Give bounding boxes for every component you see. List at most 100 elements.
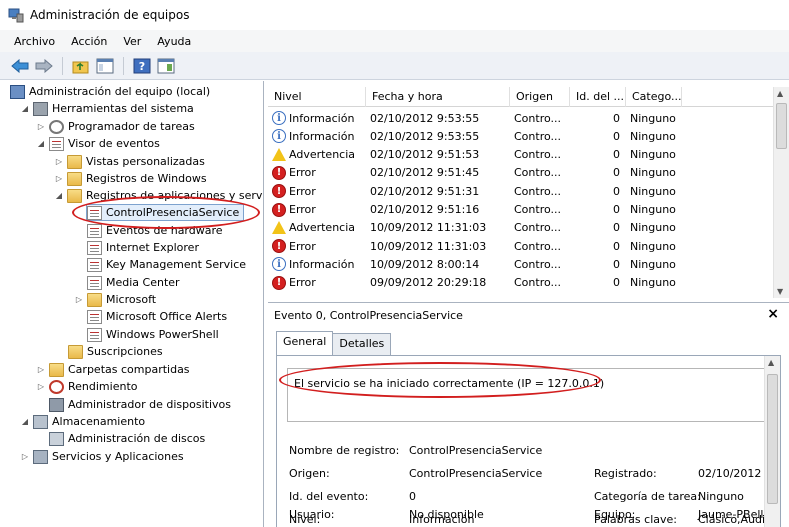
menu-ver[interactable]: Ver (123, 35, 141, 48)
column-fecha[interactable]: Fecha y hora (366, 87, 510, 107)
event-message-box[interactable]: El servicio se ha iniciado correctamente… (287, 368, 765, 422)
tree-item-microsoft[interactable]: ▷ Microsoft (74, 291, 156, 308)
expand-icon[interactable]: ▷ (74, 291, 84, 308)
column-origen[interactable]: Origen (510, 87, 570, 107)
event-row[interactable]: ! Error 02/10/2012 9:51:16 Contro... 0 Ningun… (268, 201, 773, 219)
event-row[interactable]: ! Error 02/10/2012 9:51:31 Contro... 0 Ningun… (268, 182, 773, 200)
tree-item-servicios[interactable]: ▷ Servicios y Aplicaciones (20, 448, 184, 465)
event-list: Nivel Fecha y hora Origen Id. del ... Ca… (268, 81, 789, 298)
tree-item-herramientas[interactable]: ◢ Herramientas del sistema (20, 100, 194, 117)
menu-ayuda[interactable]: Ayuda (157, 35, 191, 48)
tree-item-root[interactable]: Administración del equipo (local) (10, 83, 210, 100)
scroll-down-icon[interactable]: ▼ (777, 287, 783, 296)
tree-item-label: Rendimiento (68, 380, 138, 393)
field-label-categoria: Categoría de tarea: (594, 490, 701, 503)
event-row[interactable]: i Información 02/10/2012 9:53:55 Contro... 0… (268, 127, 773, 145)
event-level: Advertencia (289, 221, 356, 235)
event-level: Error (289, 203, 316, 216)
scrollbar-thumb[interactable] (776, 103, 787, 149)
tab-detalles[interactable]: Detalles (332, 333, 392, 355)
event-row[interactable]: ! Error 10/09/2012 11:31:03 Contro... 0 Ningu… (268, 237, 773, 255)
tree-item-controlpresencia[interactable]: ControlPresenciaService (86, 204, 245, 221)
tree-item-visor[interactable]: ◢ Visor de eventos (36, 135, 160, 152)
tree-item-rendimiento[interactable]: ▷ Rendimiento (36, 378, 137, 395)
collapse-icon[interactable]: ◢ (20, 100, 30, 117)
tree-item-dispositivos[interactable]: Administrador de dispositivos (49, 396, 231, 413)
event-row[interactable]: i Información 10/09/2012 8:00:14 Contro... 0… (268, 255, 773, 273)
event-list-header: Nivel Fecha y hora Origen Id. del ... Ca… (268, 87, 773, 107)
tree-item-powershell[interactable]: Windows PowerShell (87, 326, 219, 343)
expand-icon[interactable]: ▷ (54, 170, 64, 187)
collapse-icon[interactable]: ◢ (20, 413, 30, 430)
scroll-up-icon[interactable]: ▲ (777, 89, 783, 98)
close-icon[interactable]: × (767, 306, 779, 322)
tree-item-media[interactable]: Media Center (87, 274, 180, 291)
menu-bar: Archivo Acción Ver Ayuda (0, 30, 789, 52)
event-date: 09/09/2012 20:29:18 (370, 276, 487, 290)
scroll-up-icon[interactable]: ▲ (768, 358, 774, 367)
back-button[interactable] (10, 56, 30, 76)
collapse-icon[interactable]: ◢ (54, 187, 64, 204)
menu-accion[interactable]: Acción (71, 35, 107, 48)
expand-icon[interactable]: ▷ (20, 448, 30, 465)
event-origin: Contro... (514, 203, 562, 216)
tree-item-label: Administración del equipo (local) (29, 85, 211, 98)
tree-item-hardware[interactable]: Eventos de hardware (87, 222, 223, 239)
event-row[interactable]: ! Error 02/10/2012 9:51:45 Contro... 0 Ningun… (268, 164, 773, 182)
event-row[interactable]: Advertencia 10/09/2012 11:31:03 Contro... 0… (268, 219, 773, 237)
tree-item-label: ControlPresenciaService (106, 206, 240, 219)
log-icon (87, 205, 102, 220)
detail-scrollbar[interactable]: ▲ (764, 356, 780, 527)
expand-icon[interactable]: ▷ (36, 361, 46, 378)
error-icon: ! (272, 165, 286, 180)
event-origin: Contro... (514, 184, 562, 198)
tree-item-ie[interactable]: Internet Explorer (87, 239, 199, 256)
event-level-cell: i Información (268, 129, 366, 144)
field-label-nombre: Nombre de registro: (289, 444, 400, 457)
event-category: Ninguno (630, 203, 676, 216)
show-hide-tree-button[interactable] (95, 56, 115, 76)
column-nivel[interactable]: Nivel (268, 87, 366, 107)
tree-item-registros-windows[interactable]: ▷ Registros de Windows (54, 170, 207, 187)
event-category: Ninguno (630, 221, 676, 235)
tree-item-programador[interactable]: ▷ Programador de tareas (36, 118, 195, 135)
scrollbar-thumb[interactable] (767, 374, 778, 504)
event-row[interactable]: ! Error 09/09/2012 20:29:18 Contro... 0 Ningu… (268, 274, 773, 292)
performance-icon (49, 379, 64, 394)
event-level: Información (289, 111, 355, 125)
tree-item-office[interactable]: Microsoft Office Alerts (87, 308, 227, 325)
event-origin: Contro... (514, 166, 562, 180)
column-categoria[interactable]: Catego... (626, 87, 682, 107)
tree-item-carpetas[interactable]: ▷ Carpetas compartidas (36, 361, 190, 378)
event-list-scrollbar[interactable]: ▲ ▼ (773, 87, 789, 298)
tree-item-vistas[interactable]: ▷ Vistas personalizadas (54, 153, 205, 170)
field-value-origen: ControlPresenciaService (409, 467, 543, 480)
event-row[interactable]: Advertencia 02/10/2012 9:51:53 Contro... 0 N… (268, 146, 773, 164)
event-origin: Contro... (514, 257, 562, 271)
tab-general[interactable]: General (276, 331, 334, 355)
forward-button[interactable] (34, 56, 54, 76)
up-folder-button[interactable] (71, 56, 91, 76)
event-category: Ninguno (630, 257, 676, 271)
console-tree-icon (96, 58, 114, 73)
expand-icon[interactable]: ▷ (36, 378, 46, 395)
expand-icon[interactable]: ▷ (36, 118, 46, 135)
event-category: Ninguno (630, 148, 676, 162)
tree-item-label: Registros de Windows (86, 172, 207, 185)
tree-item-registros-aplicaciones[interactable]: ◢ Registros de aplicaciones y servici (54, 187, 263, 204)
folder-icon (67, 154, 82, 169)
tree-item-almacenamiento[interactable]: ◢ Almacenamiento (20, 413, 145, 430)
tree-item-discos[interactable]: Administración de discos (49, 430, 205, 447)
menu-archivo[interactable]: Archivo (14, 35, 55, 48)
collapse-icon[interactable]: ◢ (36, 135, 46, 152)
tree-item-suscripciones[interactable]: Suscripciones (68, 343, 163, 360)
services-icon (33, 449, 48, 464)
column-id[interactable]: Id. del ... (570, 87, 626, 107)
expand-icon[interactable]: ▷ (54, 153, 64, 170)
show-hide-action-pane-button[interactable] (156, 56, 176, 76)
help-button[interactable]: ? (132, 56, 152, 76)
event-row[interactable]: i Información 02/10/2012 9:53:55 Contro... 0… (268, 109, 773, 127)
event-id: 0 (613, 184, 620, 198)
field-value-id: 0 (409, 490, 416, 503)
tree-item-kms[interactable]: Key Management Service (87, 256, 246, 273)
